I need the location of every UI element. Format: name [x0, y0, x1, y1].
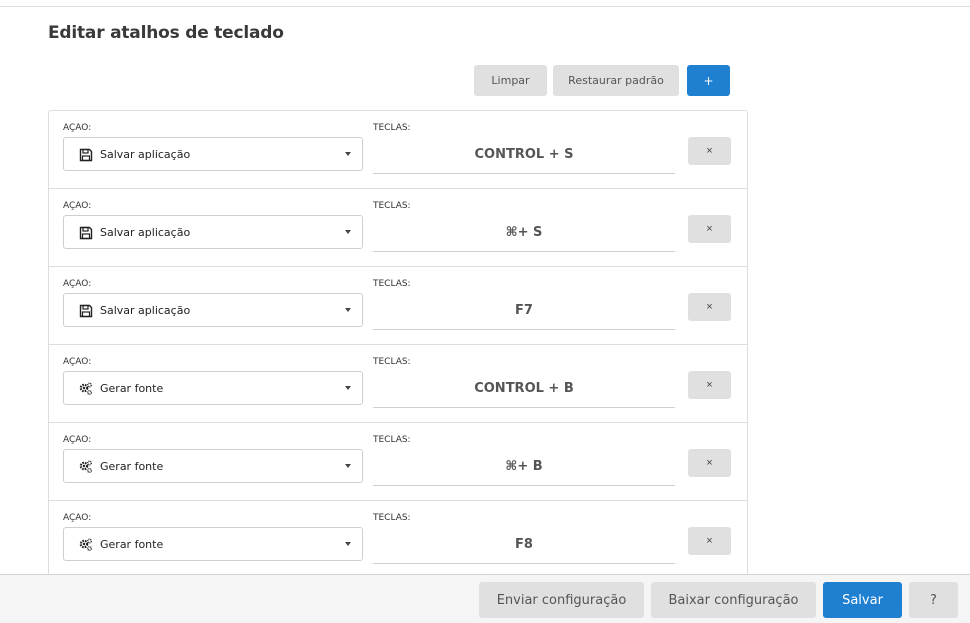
- keys-label: TECLAS:: [373, 123, 411, 133]
- floppy-disk-icon: [79, 148, 93, 162]
- close-icon: ×: [706, 535, 713, 547]
- keys-input[interactable]: F8: [373, 537, 675, 564]
- chevron-down-icon: [345, 542, 351, 546]
- shortcut-row: AÇAO: Gerar fonte TECLAS: CONTROL + B ×: [49, 345, 747, 423]
- save-button[interactable]: Salvar: [823, 582, 902, 618]
- action-label: AÇAO:: [63, 123, 92, 133]
- action-label: AÇAO:: [63, 513, 92, 523]
- floppy-disk-icon: [79, 226, 93, 240]
- remove-shortcut-button[interactable]: ×: [688, 293, 731, 321]
- chevron-down-icon: [345, 308, 351, 312]
- close-icon: ×: [706, 145, 713, 157]
- action-label: AÇAO:: [63, 279, 92, 289]
- chevron-down-icon: [345, 386, 351, 390]
- restore-defaults-button[interactable]: Restaurar padrão: [553, 65, 679, 96]
- close-icon: ×: [706, 457, 713, 469]
- action-label: AÇAO:: [63, 435, 92, 445]
- keys-input[interactable]: ⌘+ S: [373, 225, 675, 252]
- shortcut-row: AÇAO: Salvar aplicação TECLAS: CONTROL +…: [49, 111, 747, 189]
- action-select-value: Gerar fonte: [100, 538, 164, 551]
- action-select[interactable]: Gerar fonte: [63, 449, 363, 483]
- keys-input[interactable]: CONTROL + B: [373, 381, 675, 408]
- remove-shortcut-button[interactable]: ×: [688, 137, 731, 165]
- action-select[interactable]: Salvar aplicação: [63, 215, 363, 249]
- page-title: Editar atalhos de teclado: [48, 23, 284, 43]
- keys-input[interactable]: F7: [373, 303, 675, 330]
- action-select-value: Salvar aplicação: [100, 226, 191, 239]
- action-select-value: Salvar aplicação: [100, 304, 191, 317]
- action-select[interactable]: Gerar fonte: [63, 371, 363, 405]
- keys-label: TECLAS:: [373, 201, 411, 211]
- clear-button[interactable]: Limpar: [474, 65, 547, 96]
- keys-input[interactable]: CONTROL + S: [373, 147, 675, 174]
- action-select[interactable]: Salvar aplicação: [63, 293, 363, 327]
- keys-label: TECLAS:: [373, 279, 411, 289]
- send-config-button[interactable]: Enviar configuração: [479, 582, 644, 618]
- keys-input[interactable]: ⌘+ B: [373, 459, 675, 486]
- add-shortcut-button[interactable]: +: [687, 65, 730, 96]
- shortcut-row: AÇAO: Gerar fonte TECLAS: ⌘+ B ×: [49, 423, 747, 501]
- remove-shortcut-button[interactable]: ×: [688, 371, 731, 399]
- help-button[interactable]: ?: [909, 582, 958, 618]
- footer-bar: Enviar configuração Baixar configuração …: [0, 574, 970, 623]
- cogs-icon: [79, 460, 92, 473]
- chevron-down-icon: [345, 152, 351, 156]
- action-label: AÇAO:: [63, 201, 92, 211]
- shortcut-list: AÇAO: Salvar aplicação TECLAS: CONTROL +…: [48, 110, 748, 580]
- floppy-disk-icon: [79, 304, 93, 318]
- shortcut-row: AÇAO: Gerar fonte TECLAS: F8 ×: [49, 501, 747, 579]
- chevron-down-icon: [345, 464, 351, 468]
- close-icon: ×: [706, 223, 713, 235]
- top-divider: [0, 6, 970, 7]
- action-select-value: Gerar fonte: [100, 460, 164, 473]
- shortcut-row: AÇAO: Salvar aplicação TECLAS: F7 ×: [49, 267, 747, 345]
- shortcut-row: AÇAO: Salvar aplicação TECLAS: ⌘+ S ×: [49, 189, 747, 267]
- cogs-icon: [79, 382, 92, 395]
- action-select-value: Gerar fonte: [100, 382, 164, 395]
- cogs-icon: [79, 538, 92, 551]
- close-icon: ×: [706, 379, 713, 391]
- remove-shortcut-button[interactable]: ×: [688, 527, 731, 555]
- remove-shortcut-button[interactable]: ×: [688, 449, 731, 477]
- action-select-value: Salvar aplicação: [100, 148, 191, 161]
- action-label: AÇAO:: [63, 357, 92, 367]
- action-select[interactable]: Salvar aplicação: [63, 137, 363, 171]
- keys-label: TECLAS:: [373, 357, 411, 367]
- keys-label: TECLAS:: [373, 435, 411, 445]
- remove-shortcut-button[interactable]: ×: [688, 215, 731, 243]
- chevron-down-icon: [345, 230, 351, 234]
- download-config-button[interactable]: Baixar configuração: [651, 582, 816, 618]
- action-select[interactable]: Gerar fonte: [63, 527, 363, 561]
- close-icon: ×: [706, 301, 713, 313]
- keys-label: TECLAS:: [373, 513, 411, 523]
